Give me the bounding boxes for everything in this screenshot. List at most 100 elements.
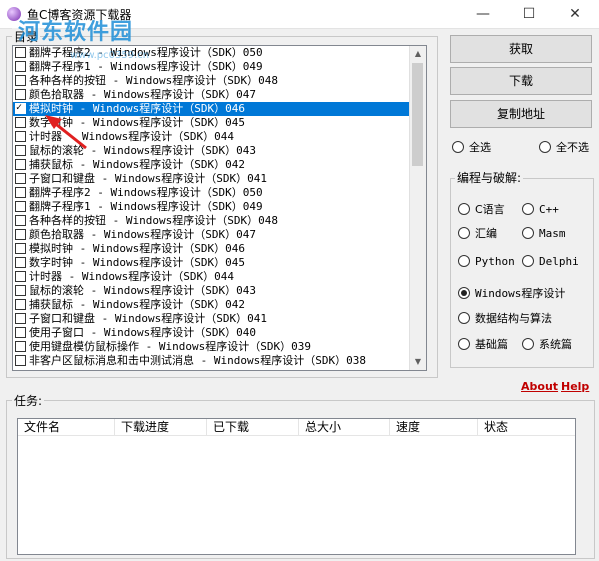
list-item-label: 捕获鼠标 - Windows程序设计（SDK）042 (29, 298, 245, 311)
maximize-button[interactable]: ☐ (506, 0, 552, 28)
checkbox-icon[interactable] (15, 284, 26, 296)
help-link[interactable]: Help (561, 380, 589, 393)
column-header-speed[interactable]: 速度 (390, 419, 478, 436)
radio-icon (452, 141, 464, 153)
radio-cpp[interactable]: C++ (522, 203, 559, 217)
checkbox-icon[interactable] (15, 340, 26, 352)
radio-ds-label: 数据结构与算法 (475, 312, 552, 325)
radio-delphi[interactable]: Delphi (522, 255, 579, 269)
list-item[interactable]: 翻牌子程序1 - Windows程序设计（SDK）049 (13, 200, 409, 214)
list-item-label: 使用子窗口 - Windows程序设计（SDK）040 (29, 326, 256, 339)
checkbox-icon[interactable] (15, 101, 26, 115)
checkbox-icon[interactable] (15, 116, 26, 128)
watermark-logo: 河东软件园 (18, 20, 134, 45)
checkbox-icon[interactable] (15, 214, 26, 226)
checkbox-icon[interactable] (15, 298, 26, 310)
radio-ds[interactable]: 数据结构与算法 (458, 312, 552, 326)
list-item-label: 翻牌子程序1 - Windows程序设计（SDK）049 (29, 60, 263, 73)
checkbox-icon[interactable] (15, 228, 26, 240)
list-item[interactable]: 计时器 - Windows程序设计（SDK）044 (13, 130, 409, 144)
radio-masm[interactable]: Masm (522, 227, 566, 241)
list-item[interactable]: 子窗口和键盘 - Windows程序设计（SDK）041 (13, 172, 409, 186)
radio-masm-label: Masm (539, 227, 566, 240)
radio-icon (458, 255, 470, 267)
task-list[interactable]: 文件名 下载进度 已下载 总大小 速度 状态 (17, 418, 576, 555)
scroll-down-icon[interactable]: ▼ (410, 354, 426, 370)
checkbox-icon[interactable] (15, 46, 26, 58)
list-item-label: 翻牌子程序2 - Windows程序设计（SDK）050 (29, 186, 263, 199)
list-item[interactable]: 模拟时钟 - Windows程序设计（SDK）046 (13, 242, 409, 256)
radio-python-label: Python (475, 255, 515, 268)
list-item[interactable]: 使用键盘模仿鼠标操作 - Windows程序设计（SDK）039 (13, 340, 409, 354)
list-item[interactable]: 捕获鼠标 - Windows程序设计（SDK）042 (13, 158, 409, 172)
list-item-label: 鼠标的滚轮 - Windows程序设计（SDK）043 (29, 144, 256, 157)
column-header-filename[interactable]: 文件名 (18, 419, 115, 436)
list-item[interactable]: 数字时钟 - Windows程序设计（SDK）045 (13, 256, 409, 270)
column-header-progress[interactable]: 下载进度 (115, 419, 207, 436)
close-button[interactable]: ✕ (552, 0, 598, 28)
checkbox-icon[interactable] (15, 354, 26, 366)
column-header-downloaded[interactable]: 已下载 (207, 419, 299, 436)
list-item[interactable]: 使用子窗口 - Windows程序设计（SDK）040 (13, 326, 409, 340)
checkbox-icon[interactable] (15, 172, 26, 184)
radio-c-label: C语言 (475, 203, 505, 216)
select-none-radio[interactable]: 全不选 (539, 141, 589, 155)
checkbox-icon[interactable] (15, 242, 26, 254)
list-item-label: 捕获鼠标 - Windows程序设计（SDK）042 (29, 158, 245, 171)
list-item-label: 鼠标的滚轮 - Windows程序设计（SDK）043 (29, 284, 256, 297)
radio-icon (539, 141, 551, 153)
list-item[interactable]: 各种各样的按钮 - Windows程序设计（SDK）048 (13, 74, 409, 88)
checkbox-icon[interactable] (15, 144, 26, 156)
about-link[interactable]: About (521, 380, 558, 393)
radio-basic[interactable]: 基础篇 (458, 338, 508, 352)
list-item[interactable]: 数字时钟 - Windows程序设计（SDK）045 (13, 116, 409, 130)
radio-asm[interactable]: 汇编 (458, 227, 497, 241)
list-item[interactable]: 模拟时钟 - Windows程序设计（SDK）046 (13, 101, 409, 116)
checkbox-icon[interactable] (15, 88, 26, 100)
checkbox-icon[interactable] (15, 326, 26, 338)
list-item[interactable]: 颜色拾取器 - Windows程序设计（SDK）047 (13, 88, 409, 102)
list-item[interactable]: 各种各样的按钮 - Windows程序设计（SDK）048 (13, 214, 409, 228)
radio-windows-label: Windows程序设计 (475, 287, 566, 300)
fetch-button[interactable]: 获取 (450, 35, 592, 63)
radio-delphi-label: Delphi (539, 255, 579, 268)
checkbox-icon[interactable] (15, 60, 26, 72)
list-item[interactable]: 鼠标的滚轮 - Windows程序设计（SDK）043 (13, 144, 409, 158)
select-all-radio[interactable]: 全选 (452, 141, 491, 155)
list-item[interactable]: 鼠标的滚轮 - Windows程序设计（SDK）043 (13, 284, 409, 298)
category-label: 编程与破解: (455, 169, 524, 186)
catalog-list[interactable]: 翻牌子程序2 - Windows程序设计（SDK）050 翻牌子程序1 - Win… (12, 45, 427, 371)
tasks-label: 任务: (12, 392, 45, 409)
download-button[interactable]: 下载 (450, 67, 592, 95)
list-item[interactable]: 子窗口和键盘 - Windows程序设计（SDK）041 (13, 312, 409, 326)
radio-c[interactable]: C语言 (458, 203, 505, 217)
list-item[interactable]: 翻牌子程序1 - Windows程序设计（SDK）049 (13, 60, 409, 74)
checkbox-icon[interactable] (15, 256, 26, 268)
checkbox-icon[interactable] (15, 74, 26, 86)
list-item-label: 子窗口和键盘 - Windows程序设计（SDK）041 (29, 312, 267, 325)
minimize-button[interactable]: — (460, 0, 506, 28)
list-item[interactable]: 翻牌子程序2 - Windows程序设计（SDK）050 (13, 186, 409, 200)
radio-windows[interactable]: Windows程序设计 (458, 287, 565, 301)
checkbox-icon[interactable] (15, 158, 26, 170)
list-item[interactable]: 捕获鼠标 - Windows程序设计（SDK）042 (13, 298, 409, 312)
checkbox-icon[interactable] (15, 200, 26, 212)
checkbox-icon[interactable] (15, 130, 26, 142)
catalog-scrollbar[interactable]: ▲ ▼ (409, 46, 426, 370)
list-item-label: 计时器 - Windows程序设计（SDK）044 (29, 270, 234, 283)
radio-icon (458, 203, 470, 215)
checkbox-icon[interactable] (15, 270, 26, 282)
radio-system[interactable]: 系统篇 (522, 338, 572, 352)
checkbox-icon[interactable] (15, 186, 26, 198)
list-item[interactable]: 非客户区鼠标消息和击中测试消息 - Windows程序设计（SDK）038 (13, 354, 409, 368)
column-header-status[interactable]: 状态 (478, 419, 575, 436)
list-item-label: 模拟时钟 - Windows程序设计（SDK）046 (29, 242, 245, 255)
column-header-total-size[interactable]: 总大小 (299, 419, 390, 436)
list-item[interactable]: 计时器 - Windows程序设计（SDK）044 (13, 270, 409, 284)
copy-address-button[interactable]: 复制地址 (450, 100, 592, 128)
scroll-thumb[interactable] (412, 63, 423, 166)
scroll-up-icon[interactable]: ▲ (410, 46, 426, 62)
radio-python[interactable]: Python (458, 255, 515, 269)
list-item[interactable]: 颜色拾取器 - Windows程序设计（SDK）047 (13, 228, 409, 242)
checkbox-icon[interactable] (15, 312, 26, 324)
